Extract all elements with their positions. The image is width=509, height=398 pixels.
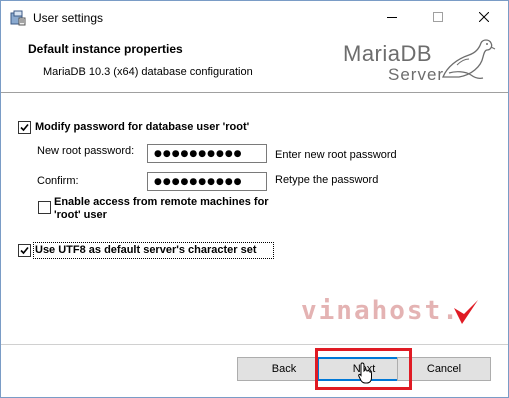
logo-main-text: MariaDB <box>343 41 433 66</box>
maximize-button[interactable] <box>415 1 461 33</box>
utf8-label: Use UTF8 as default server's character s… <box>35 244 257 256</box>
header-banner: Default instance properties MariaDB 10.3… <box>1 33 508 91</box>
minimize-button[interactable] <box>369 1 415 33</box>
confirm-password-label: Confirm: <box>37 175 79 187</box>
user-settings-window: User settings Default instance propertie… <box>0 0 509 398</box>
remote-access-label-line1: Enable access from remote machines for <box>54 196 269 208</box>
mariadb-logo: MariaDB Server <box>337 37 497 89</box>
page-title: Default instance properties <box>28 42 183 56</box>
window-title: User settings <box>33 11 104 25</box>
new-password-field[interactable] <box>147 144 267 163</box>
remote-access-checkbox[interactable] <box>38 201 51 214</box>
vinahost-watermark: vinahost. <box>301 296 478 326</box>
page-subtitle: MariaDB 10.3 (x64) database configuratio… <box>43 66 253 78</box>
checkmark-icon <box>20 123 29 132</box>
confirm-password-field[interactable] <box>147 172 267 191</box>
watermark-text: vinahost. <box>301 296 460 326</box>
maximize-icon <box>433 12 443 22</box>
installer-icon <box>10 10 26 26</box>
confirm-password-hint: Retype the password <box>275 174 379 186</box>
footer-divider <box>1 344 508 345</box>
modify-password-checkbox[interactable] <box>18 121 31 134</box>
modify-password-label: Modify password for database user 'root' <box>35 121 250 133</box>
new-password-hint: Enter new root password <box>275 149 397 161</box>
seal-logo-icon <box>442 39 496 79</box>
title-bar: User settings <box>1 1 508 33</box>
remote-access-label-line2: 'root' user <box>54 209 107 221</box>
new-password-label: New root password: <box>37 145 135 157</box>
close-icon <box>479 12 489 22</box>
check-logo-icon <box>454 300 478 324</box>
utf8-checkbox[interactable] <box>18 244 31 257</box>
hand-cursor-icon <box>358 362 372 384</box>
close-button[interactable] <box>461 1 507 33</box>
checkmark-icon <box>20 246 29 255</box>
minimize-icon <box>387 17 397 18</box>
header-divider <box>1 92 508 93</box>
